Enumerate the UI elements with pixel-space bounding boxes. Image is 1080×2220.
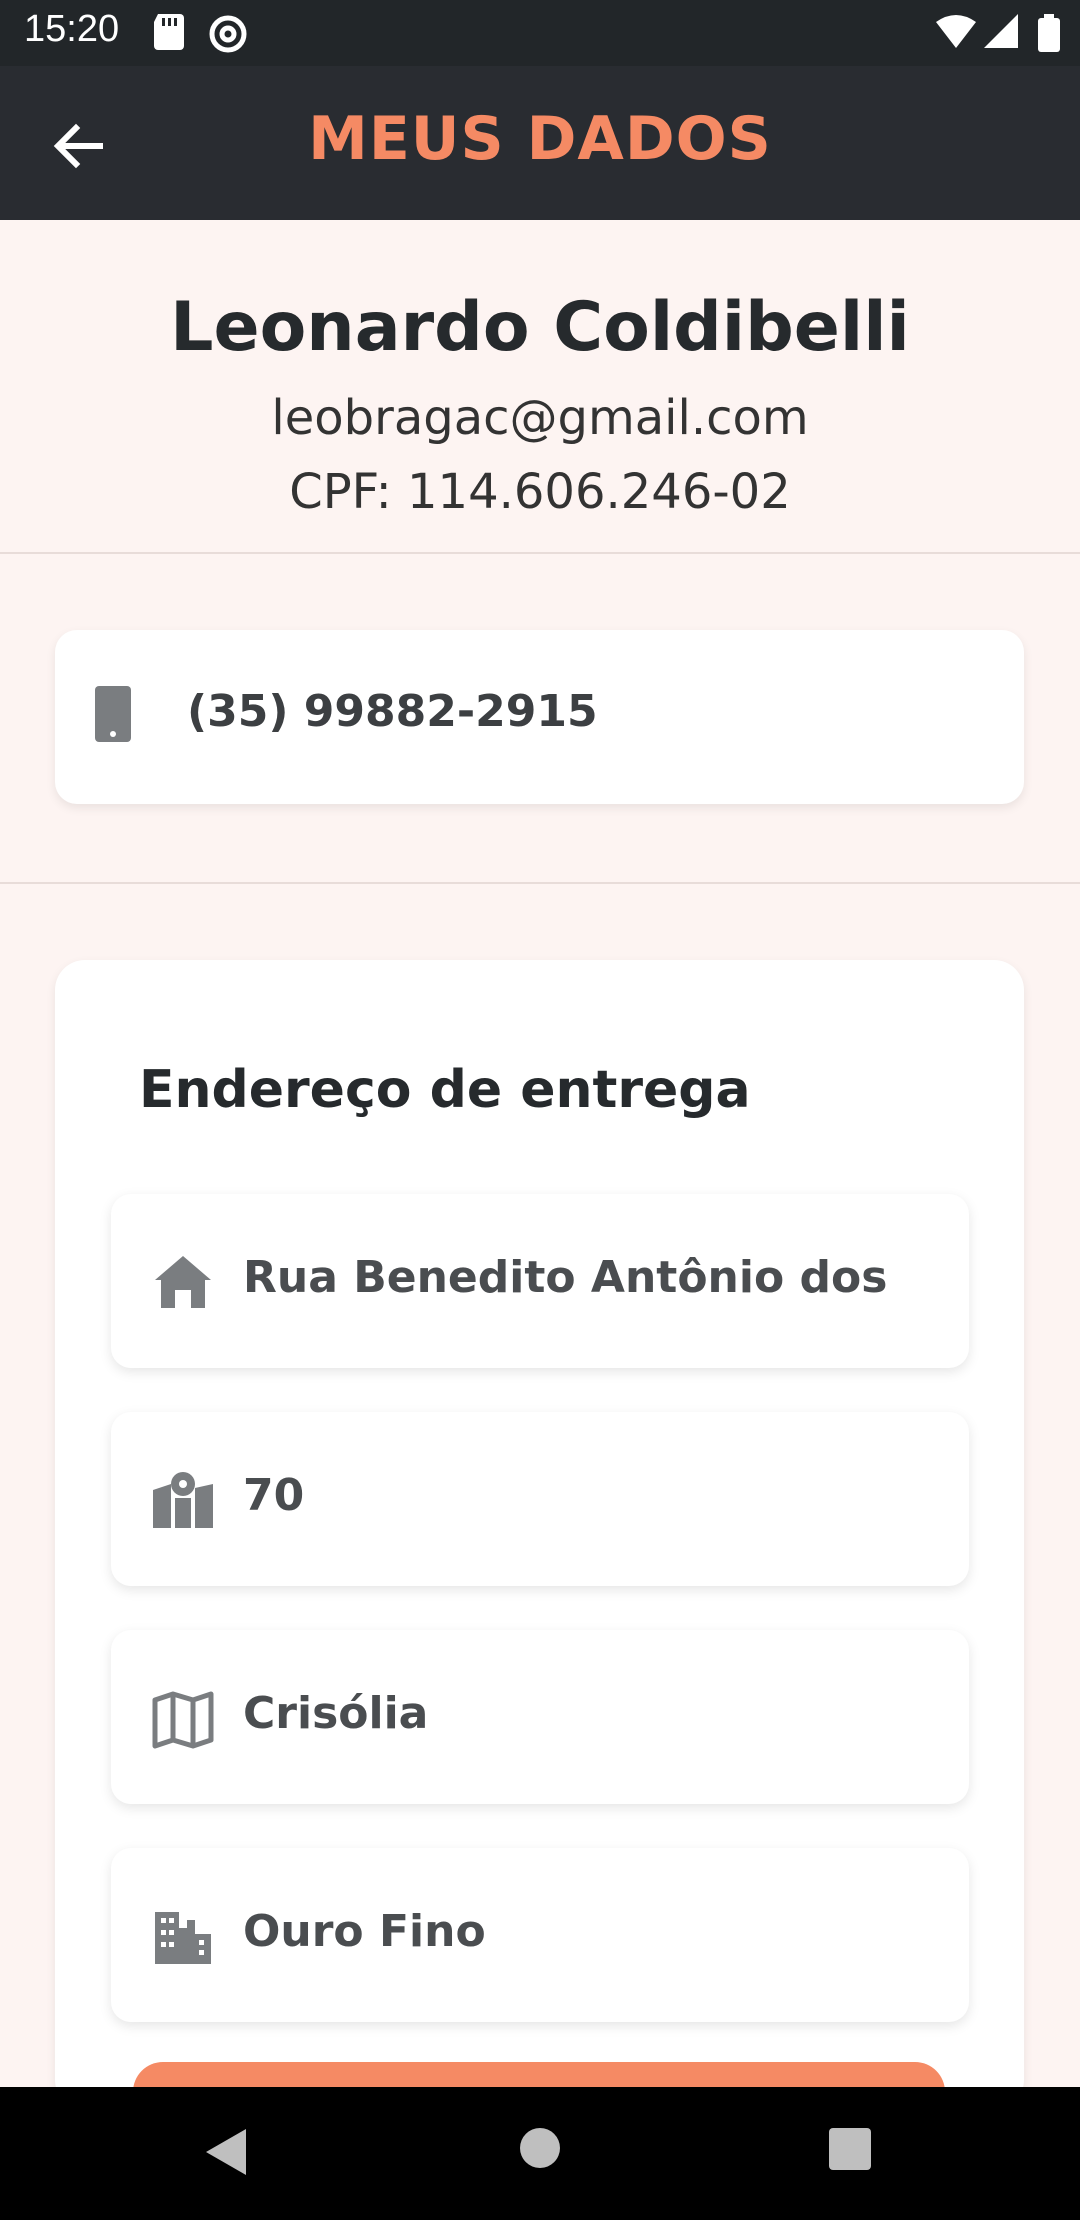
page-title: MEUS DADOS	[308, 104, 772, 174]
user-email: leobragac@gmail.com	[271, 390, 809, 446]
nav-recents-icon[interactable]	[828, 2127, 872, 2171]
status-bar: 15:20	[0, 0, 1080, 66]
app-bar: MEUS DADOS	[0, 66, 1080, 220]
map-marker-icon	[153, 1472, 213, 1528]
neighborhood-value: Crisólia	[243, 1688, 429, 1739]
battery-icon	[1038, 14, 1060, 52]
address-card: Endereço de entrega Rua Benedito Antônio…	[55, 960, 1024, 2142]
at-sign-icon	[209, 15, 247, 53]
neighborhood-field[interactable]: Crisólia	[111, 1630, 969, 1804]
status-time: 15:20	[24, 8, 120, 50]
city-icon	[155, 1912, 211, 1964]
number-value: 70	[243, 1470, 305, 1521]
city-value: Ouro Fino	[243, 1906, 486, 1957]
phone-number: (35) 99882-2915	[187, 686, 598, 737]
map-icon	[152, 1691, 214, 1749]
number-field[interactable]: 70	[111, 1412, 969, 1586]
street-field[interactable]: Rua Benedito Antônio dos Santos	[111, 1194, 969, 1368]
divider	[0, 882, 1080, 884]
wifi-icon	[936, 15, 976, 48]
system-nav-bar	[0, 2087, 1080, 2220]
phone-icon	[95, 686, 131, 742]
user-name: Leonardo Coldibelli	[170, 288, 910, 367]
sd-card-icon	[154, 14, 184, 50]
street-value: Rua Benedito Antônio dos Santos	[243, 1252, 905, 1303]
signal-icon	[984, 14, 1018, 48]
address-title: Endereço de entrega	[139, 1060, 751, 1120]
phone-card[interactable]: (35) 99882-2915	[55, 630, 1024, 804]
divider	[0, 552, 1080, 554]
nav-home-icon[interactable]	[519, 2127, 561, 2169]
city-field[interactable]: Ouro Fino	[111, 1848, 969, 2022]
profile-header: Leonardo Coldibelli leobragac@gmail.com …	[0, 220, 1080, 552]
home-icon	[155, 1256, 211, 1308]
nav-back-icon[interactable]	[204, 2127, 248, 2177]
user-cpf: CPF: 114.606.246-02	[289, 464, 791, 520]
